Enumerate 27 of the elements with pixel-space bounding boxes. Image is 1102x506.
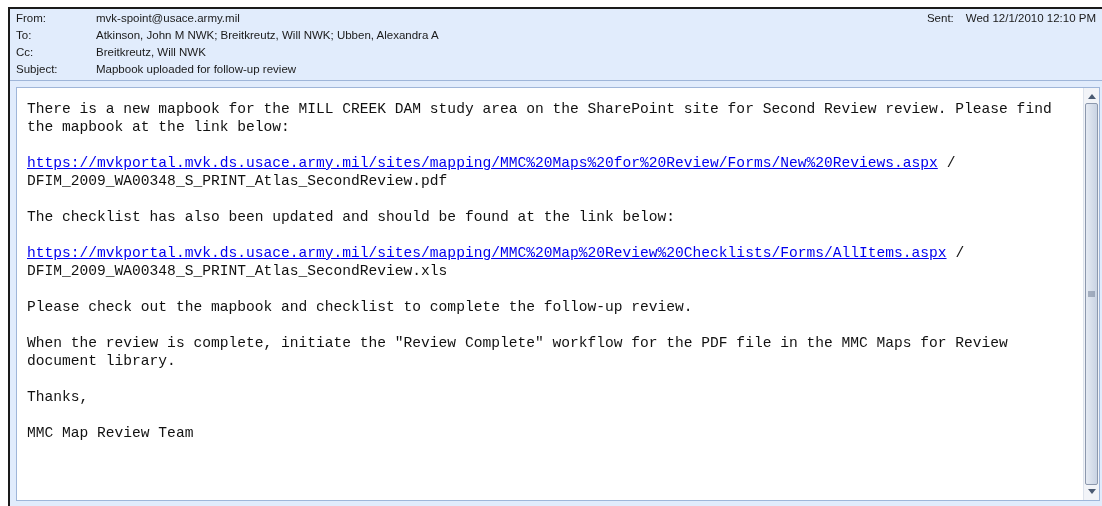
field-value: Atkinson, John M NWK; Breitkreutz, Will NWK; Ubben, Alexandra A xyxy=(96,27,439,43)
sent-value: Wed 12/1/2010 12:10 PM xyxy=(965,10,1096,26)
scrollbar[interactable] xyxy=(1083,88,1099,500)
field-label: Cc: xyxy=(16,44,35,60)
message-paragraph: There is a new mapbook for the MILL CREEK DAM study area on the SharePoint site for Second Review review. Please find the mapbook at the link below: xyxy=(27,100,1053,136)
message-paragraph: MMC Map Review Team xyxy=(27,424,195,442)
message-paragraph: Thanks, xyxy=(27,388,90,406)
field-label: To: xyxy=(16,27,33,43)
scroll-down-icon[interactable] xyxy=(1086,488,1097,496)
field-value: Mapbook uploaded for follow-up review xyxy=(96,61,297,77)
field-value: Breitkreutz, Will NWK xyxy=(96,44,206,60)
scrollbar-thumb[interactable] xyxy=(1085,103,1098,485)
link[interactable]: https://mvkportal.mvk.ds.usace.army.mil/sites/mapping/MMC%20Map%20Review%20Checklists/Forms/AllItems.aspx xyxy=(27,244,947,262)
field-label: From: xyxy=(16,10,48,26)
scroll-up-icon[interactable] xyxy=(1086,92,1097,100)
message-paragraph: The checklist has also been updated and should be found at the link below: xyxy=(27,208,677,226)
grip-icon xyxy=(1088,290,1095,298)
message-paragraph: When the review is complete, initiate the "Review Complete" workflow for the PDF file in the MMC Maps for Review document library. xyxy=(27,334,1009,370)
field-label: Subject: xyxy=(16,61,59,77)
sent-label: Sent: xyxy=(926,10,954,26)
file-name: DFIM_2009_WA00348_S_PRINT_Atlas_SecondReview.xls xyxy=(27,262,449,280)
separator: / xyxy=(955,244,965,262)
message-paragraph: Please check out the mapbook and checklist to complete the follow-up review. xyxy=(27,298,694,316)
field-value: mvk-spoint@usace.army.mil xyxy=(96,10,240,26)
link[interactable]: https://mvkportal.mvk.ds.usace.army.mil/sites/mapping/MMC%20Maps%20for%20Review/Forms/New%20Reviews.aspx xyxy=(27,154,938,172)
file-name: DFIM_2009_WA00348_S_PRINT_Atlas_SecondReview.pdf xyxy=(27,172,449,190)
separator: / xyxy=(946,154,956,172)
